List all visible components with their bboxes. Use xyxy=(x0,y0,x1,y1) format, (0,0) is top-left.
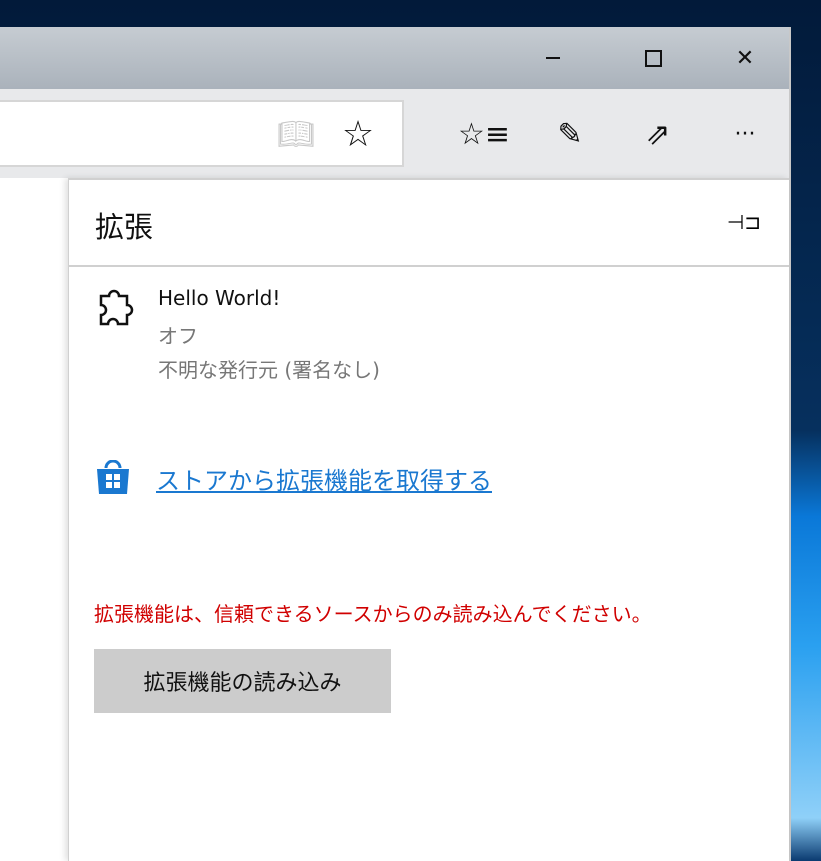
store-link[interactable]: ストアから拡張機能を取得する xyxy=(156,461,492,496)
extension-publisher: 不明な発行元 (署名なし) xyxy=(158,358,380,382)
store-link-row: ストアから拡張機能を取得する xyxy=(95,460,492,496)
pin-icon[interactable]: ⊣⊐ xyxy=(727,210,761,234)
minimize-icon xyxy=(546,57,560,59)
favorites-list-icon[interactable]: ☆≡ xyxy=(458,114,510,154)
extensions-panel: 拡張 ⊣⊐ Hello World! オフ 不明な発行元 (署名なし) ストアか… xyxy=(68,178,789,861)
pen-icon[interactable]: ✎ xyxy=(550,114,590,154)
address-bar[interactable]: 📖︎ ☆ xyxy=(0,100,404,167)
favorite-star-icon[interactable]: ☆ xyxy=(338,114,378,155)
panel-header: 拡張 ⊣⊐ xyxy=(69,180,789,267)
warning-text: 拡張機能は、信頼できるソースからのみ読み込んでください。 xyxy=(94,602,652,626)
title-bar: ✕ xyxy=(0,27,789,89)
maximize-icon xyxy=(644,49,662,67)
more-button[interactable]: ··· xyxy=(722,114,768,154)
puzzle-icon xyxy=(99,289,134,326)
reading-view-book-icon[interactable]: 📖︎ xyxy=(276,116,316,152)
browser-window: ✕ 📖︎ ☆ ☆≡ ✎ ⇗ ··· 拡張 ⊣⊐ Hello World! オフ … xyxy=(0,27,791,861)
toolbar: 📖︎ ☆ ☆≡ ✎ ⇗ ··· xyxy=(0,89,789,178)
load-extension-button[interactable]: 拡張機能の読み込み xyxy=(94,649,391,713)
close-icon: ✕ xyxy=(735,45,755,71)
share-icon[interactable]: ⇗ xyxy=(636,114,680,154)
panel-title: 拡張 xyxy=(95,210,154,244)
extension-status: オフ xyxy=(158,324,198,348)
page-content: 拡張 ⊣⊐ Hello World! オフ 不明な発行元 (署名なし) ストアか… xyxy=(0,178,789,861)
maximize-button[interactable] xyxy=(630,41,676,75)
close-button[interactable]: ✕ xyxy=(722,41,768,75)
extension-name: Hello World! xyxy=(158,286,281,310)
minimize-button[interactable] xyxy=(530,41,576,75)
store-icon xyxy=(97,460,129,494)
